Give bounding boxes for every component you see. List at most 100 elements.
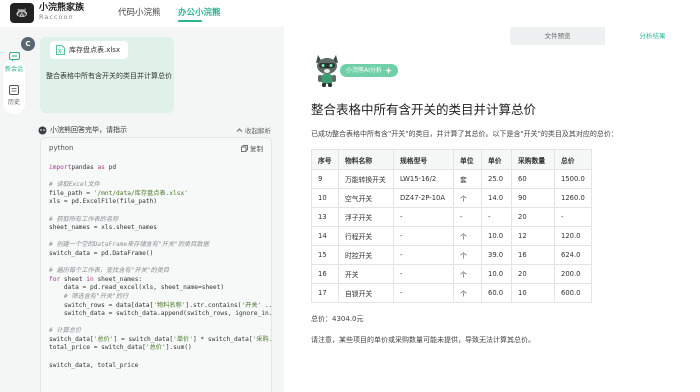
table-cell: 90 (511, 188, 555, 208)
table-cell: - (393, 264, 454, 284)
code-token: ].sum() (165, 344, 192, 352)
tab-analysis-result[interactable]: 分析结果 (605, 27, 700, 45)
code-token: for (49, 275, 61, 283)
tab-file-preview[interactable]: 文件预览 (510, 27, 605, 45)
code-token: '开关' (241, 301, 262, 309)
table-cell: 120.0 (554, 226, 592, 246)
rail-item-history[interactable]: 历史 (2, 85, 26, 106)
column-header: 采购数量 (511, 149, 555, 170)
code-line: switch_data = pd.DataFrame() (49, 250, 263, 259)
nav-tab-office-raccoon[interactable]: 办公小浣熊 (178, 6, 221, 18)
column-header: 单位 (453, 149, 482, 170)
copy-label: 复制 (250, 145, 263, 153)
table-cell: 个 (453, 188, 482, 208)
user-message-text: 整合表格中所有含开关的类目并计算总价 (46, 72, 172, 80)
code-token: '总价' (145, 344, 166, 352)
table-row: 10 空气开关 DZ47-2P-10A 个 14.0 90 1260.0 (311, 188, 592, 208)
code-token: '/mnt/data/库存盘点表.xlsx' (93, 189, 188, 197)
table-body: 9 万能转换开关 LW15-16/2 套 25.0 60 1500.0 10 空气开关 DZ47-… (311, 169, 592, 303)
code-line: # 获取所有工作表的名称 (49, 216, 263, 225)
ai-badge-label: 小浣熊AI分析 (346, 67, 382, 74)
code-token: file_path = (49, 189, 94, 197)
table-cell: 10 (311, 188, 339, 208)
table-cell: - (393, 283, 454, 303)
code-token: # 计算总价 (49, 327, 82, 335)
code-content: importpandas as pd # 读取Excel文件 file_path =… (41, 158, 271, 376)
table-cell: LW15-16/2 (393, 169, 454, 189)
result-title: 整合表格中所有含开关的类目并计算总价 (311, 102, 537, 117)
table-row: 9 万能转换开关 LW15-16/2 套 25.0 60 1500.0 (311, 169, 592, 189)
chevron-up-icon (236, 127, 243, 132)
code-token: ... (264, 301, 271, 309)
code-token: import (49, 164, 72, 171)
code-token: # 创建一个空的DataFrame来存储含有"开关"的类目数据 (49, 241, 209, 249)
code-language: python (49, 144, 74, 152)
table-cell: 17 (311, 283, 339, 303)
nav-tab-code-raccoon[interactable]: 代码小浣熊 (118, 6, 161, 18)
table-cell: 自锁开关 (338, 283, 394, 303)
copy-button[interactable]: 复制 (241, 143, 263, 153)
result-table: 序号 物料名称 规格型号 单位 单价 采购数量 总价 9 万能转换开关 LW15-1… (311, 149, 592, 303)
code-token: pandas (71, 164, 98, 171)
app-logo[interactable]: 🦝 小浣熊家族 Raccoon (10, 3, 84, 23)
table-cell: 个 (453, 226, 482, 246)
table-cell: - (453, 207, 482, 227)
code-token: ] * switch_data[ (192, 335, 253, 343)
code-token: ] = switch_data[ (113, 335, 174, 343)
rail-item-new-chat[interactable]: 新会话 (2, 52, 26, 73)
table-cell: 10.0 (481, 226, 512, 246)
column-header: 总价 (554, 149, 592, 170)
table-cell: 200.0 (554, 264, 592, 284)
table-cell: 个 (453, 283, 482, 303)
copy-icon (241, 144, 248, 152)
table-row: 14 行程开关 - 个 10.0 12 120.0 (311, 226, 592, 246)
table-row: 17 自锁开关 - 个 60.0 10 600.0 (311, 283, 592, 303)
analysis-panel: 文件预览 分析结果 小浣熊AI分析 整合表格中所有含开关的类目并计算总价 已成功… (284, 27, 700, 392)
code-token: # 筛选含有"开关"的行 (49, 292, 129, 300)
code-token: total_price = switch_data[ (49, 344, 146, 352)
table-cell: 时控开关 (338, 245, 394, 265)
table-cell: 套 (453, 169, 482, 189)
table-cell: 空气开关 (338, 188, 394, 208)
code-header: python 复制 (41, 138, 271, 158)
code-token: as (97, 164, 105, 171)
app-name-en: Raccoon (39, 13, 74, 21)
table-cell: - (393, 207, 454, 227)
code-line: xls = pd.ExcelFile(file_path) (49, 198, 263, 207)
collapse-label: 收起解析 (245, 127, 271, 135)
code-token: switch_data = pd.DataFrame() (49, 249, 154, 257)
table-cell: 60.0 (481, 283, 512, 303)
raccoon-mascot-icon (316, 55, 338, 87)
table-cell: 个 (453, 264, 482, 284)
code-line: importpandas as pd (49, 164, 263, 173)
code-token: ].str.contains( (185, 301, 242, 309)
column-header: 序号 (311, 149, 339, 170)
code-line: # 筛选含有"开关"的行 (49, 293, 263, 302)
panel-tabs: 文件预览 分析结果 (510, 27, 700, 45)
table-cell: 14 (311, 226, 339, 246)
collapse-analysis-button[interactable]: 收起解析 (236, 125, 271, 135)
code-line: # 读取Excel文件 (49, 181, 263, 190)
app-name: 小浣熊家族 (39, 3, 85, 13)
bot-status-text: 小浣熊回答完毕，请指示 (50, 126, 127, 134)
new-chat-icon (8, 52, 20, 62)
table-cell: 20 (511, 207, 555, 227)
table-cell: 个 (453, 245, 482, 265)
table-cell: 1260.0 (554, 188, 592, 208)
table-cell: 1500.0 (554, 169, 592, 189)
table-cell: 60 (511, 169, 555, 189)
table-cell: 16 (311, 264, 339, 284)
code-token: '采购... (252, 335, 271, 343)
table-cell: - (393, 226, 454, 246)
column-header: 单价 (481, 149, 512, 170)
bot-status-line: 小浣熊回答完毕，请指示 (38, 125, 127, 135)
file-attachment[interactable]: X 库存盘点表.xlsx (50, 41, 129, 59)
code-token: in (86, 275, 94, 283)
code-token: '物料名称' (153, 301, 186, 309)
code-token: # 遍历每个工作表，查找含有"开关"的类目 (49, 267, 170, 275)
file-name: 库存盘点表.xlsx (69, 46, 121, 54)
